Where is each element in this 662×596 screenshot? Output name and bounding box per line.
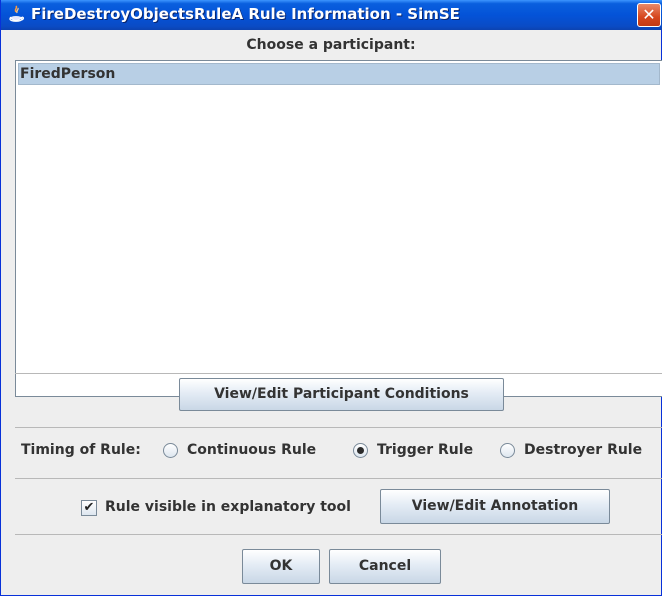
radio-selected-dot xyxy=(357,447,364,454)
radio-continuous-rule[interactable] xyxy=(163,443,178,458)
timing-label: Timing of Rule: xyxy=(21,442,141,458)
view-edit-annotation-button[interactable]: View/Edit Annotation xyxy=(380,489,610,524)
rule-visible-checkbox[interactable]: ✔ xyxy=(81,500,97,516)
window-title: FireDestroyObjectsRuleA Rule Information… xyxy=(31,5,460,23)
close-icon: ✕ xyxy=(642,5,656,24)
dialog-content: Choose a participant: FiredPerson View/E… xyxy=(1,30,662,594)
participant-prompt: Choose a participant: xyxy=(246,37,416,53)
checkmark-icon: ✔ xyxy=(83,500,95,515)
java-icon xyxy=(9,5,25,22)
title-bar[interactable]: FireDestroyObjectsRuleA Rule Information… xyxy=(1,0,662,30)
cancel-button[interactable]: Cancel xyxy=(329,549,441,584)
divider xyxy=(15,373,662,374)
view-edit-participant-conditions-button[interactable]: View/Edit Participant Conditions xyxy=(179,378,504,411)
divider xyxy=(15,427,662,428)
radio-trigger-rule[interactable] xyxy=(353,443,368,458)
radio-label-continuous-rule[interactable]: Continuous Rule xyxy=(187,442,316,458)
radio-label-trigger-rule[interactable]: Trigger Rule xyxy=(377,442,473,458)
rule-visible-label[interactable]: Rule visible in explanatory tool xyxy=(105,499,351,515)
dialog-window: FireDestroyObjectsRuleA Rule Information… xyxy=(0,0,662,596)
divider xyxy=(15,478,662,479)
participant-list-item[interactable]: FiredPerson xyxy=(18,63,660,85)
ok-button[interactable]: OK xyxy=(242,549,320,584)
close-button[interactable]: ✕ xyxy=(637,3,661,27)
divider xyxy=(15,534,662,535)
radio-label-destroyer-rule[interactable]: Destroyer Rule xyxy=(524,442,642,458)
participant-list[interactable]: FiredPerson xyxy=(15,60,662,397)
radio-destroyer-rule[interactable] xyxy=(500,443,515,458)
